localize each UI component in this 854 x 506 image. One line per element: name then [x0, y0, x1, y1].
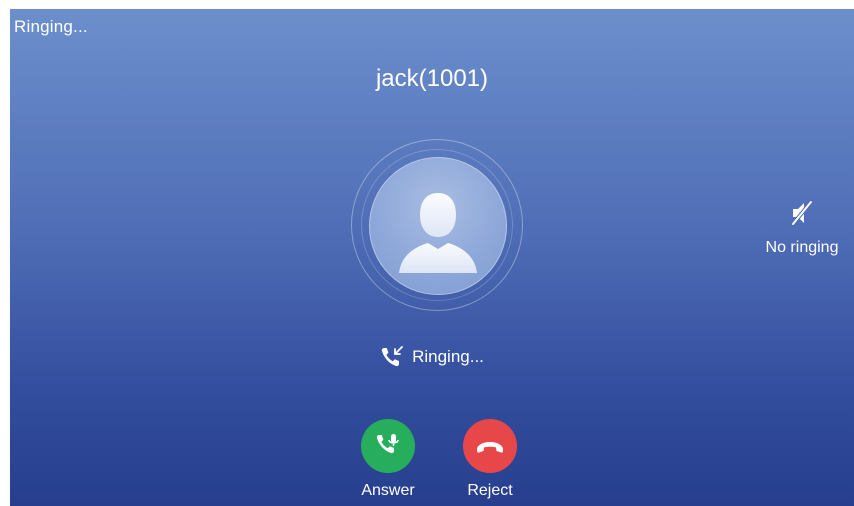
call-state-text: Ringing... — [412, 347, 484, 366]
no-ringing-label: No ringing — [765, 239, 839, 256]
no-ringing-toggle[interactable]: No ringing — [754, 199, 850, 257]
speaker-muted-icon — [791, 200, 813, 226]
answer-button[interactable]: Answer — [348, 419, 428, 500]
answer-label: Answer — [361, 482, 415, 499]
incoming-call-icon — [381, 346, 403, 367]
person-silhouette-icon — [399, 193, 477, 273]
caller-name: jack(1001) — [375, 65, 489, 92]
reject-button[interactable]: Reject — [450, 419, 530, 500]
status-label: Ringing... — [14, 17, 88, 36]
reject-button-circle[interactable] — [463, 419, 517, 473]
answer-button-circle[interactable] — [361, 419, 415, 473]
reject-label: Reject — [467, 482, 513, 499]
incoming-call-screen: Ringing... jack(1001) Ringing... No ring… — [10, 9, 854, 506]
call-state-row: Ringing... — [10, 345, 854, 369]
phone-hangup-icon — [477, 442, 503, 453]
phone-answer-icon — [376, 434, 399, 454]
caller-avatar — [369, 157, 507, 295]
